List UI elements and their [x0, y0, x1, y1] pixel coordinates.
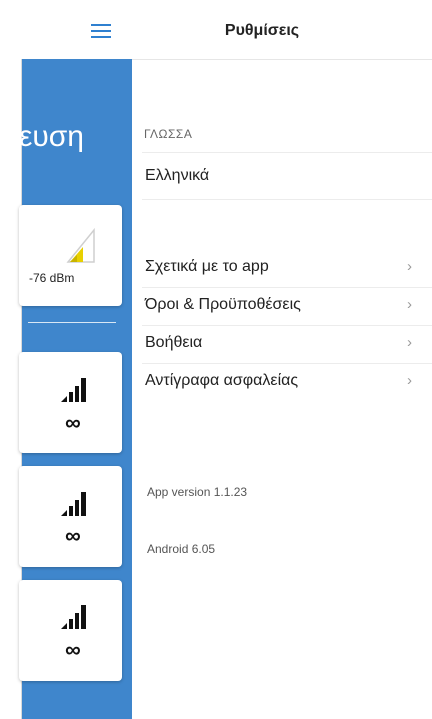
background-app-header: [0, 0, 132, 59]
signal-strength-icon: [66, 228, 95, 263]
drawer-header: Ρυθμίσεις: [132, 0, 432, 60]
settings-drawer: Ρυθμίσεις ΓΛΩΣΣΑ Ελληνικά Σχετικά με το …: [132, 0, 432, 719]
chevron-right-icon: ›: [407, 296, 412, 313]
language-selector[interactable]: Ελληνικά: [142, 152, 432, 200]
signal-bars-icon: [61, 378, 86, 402]
infinity-icon: ∞: [65, 637, 81, 662]
chevron-right-icon: ›: [407, 372, 412, 389]
menu-item-label: Βοήθεια: [145, 334, 203, 351]
android-version-text: Android 6.05: [147, 542, 216, 556]
menu-item-terms[interactable]: Όροι & Προϋποθέσεις ›: [142, 288, 432, 326]
menu-item-label: Αντίγραφα ασφαλείας: [145, 372, 299, 389]
background-app-panel: ευση -76 dBm ∞ ∞ ∞: [0, 0, 132, 719]
divider: [28, 322, 116, 323]
language-value: Ελληνικά: [145, 167, 210, 184]
menu-item-label: Όροι & Προϋποθέσεις: [145, 296, 301, 313]
app-version-text: App version 1.1.23: [147, 485, 248, 499]
menu-item-backups[interactable]: Αντίγραφα ασφαλείας ›: [142, 364, 432, 402]
language-section-label: ΓΛΩΣΣΑ: [144, 127, 193, 141]
chevron-right-icon: ›: [407, 334, 412, 351]
hamburger-icon[interactable]: [91, 24, 111, 38]
chevron-right-icon: ›: [407, 258, 412, 275]
infinity-icon: ∞: [65, 523, 81, 548]
menu-item-label: Σχετικά με το app: [145, 258, 269, 275]
menu-item-about[interactable]: Σχετικά με το app ›: [142, 250, 432, 288]
signal-dbm-value: -76 dBm: [29, 271, 75, 285]
signal-bars-icon: [61, 605, 86, 629]
page-title: Ρυθμίσεις: [224, 22, 300, 39]
screen: ευση -76 dBm ∞ ∞ ∞ Ρυθμίσεις ΓΛΩΣΣΑ Ελλη…: [0, 0, 432, 719]
background-page-title: ευση: [19, 120, 84, 153]
infinity-icon: ∞: [65, 410, 81, 435]
menu-item-help[interactable]: Βοήθεια ›: [142, 326, 432, 364]
signal-bars-icon: [61, 492, 86, 516]
